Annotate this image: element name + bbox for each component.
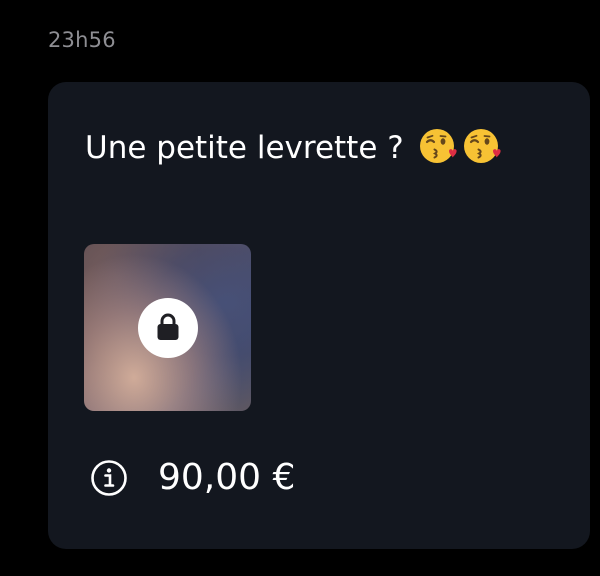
lock-icon bbox=[157, 313, 179, 340]
message-timestamp: 23h56 bbox=[48, 28, 116, 52]
kissing-heart-emoji-icon bbox=[418, 126, 458, 166]
price-row: 90,00 € bbox=[90, 454, 295, 502]
kissing-heart-emoji-icon bbox=[462, 126, 502, 166]
message-bubble: Une petite levrette ? 90,00 € bbox=[48, 82, 590, 549]
locked-media-thumbnail[interactable] bbox=[84, 244, 251, 411]
message-text-label: Une petite levrette ? bbox=[85, 130, 404, 166]
info-icon[interactable] bbox=[90, 459, 128, 497]
price-label: 90,00 € bbox=[158, 457, 296, 498]
unlock-media-button[interactable] bbox=[138, 298, 198, 358]
message-text: Une petite levrette ? bbox=[85, 126, 502, 168]
